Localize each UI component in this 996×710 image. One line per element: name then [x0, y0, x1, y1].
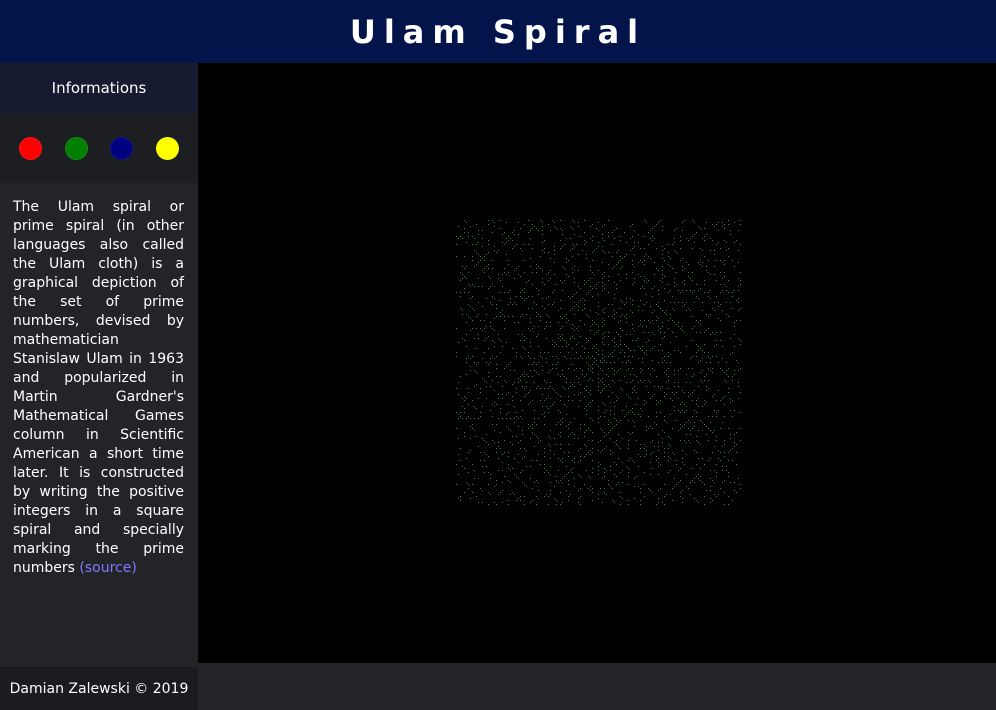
- prime-points: [456, 220, 741, 505]
- color-swatch-yellow[interactable]: [155, 136, 179, 160]
- color-picker: [0, 113, 198, 183]
- sidebar: Informations The Ulam spiral or prime sp…: [0, 63, 198, 667]
- spiral-canvas[interactable]: [198, 63, 996, 663]
- color-swatch-red[interactable]: [19, 136, 43, 160]
- bottom-bar: [198, 663, 996, 710]
- footer: Damian Zalewski © 2019: [0, 667, 198, 710]
- color-swatch-blue[interactable]: [110, 136, 134, 160]
- color-swatch-green[interactable]: [64, 136, 88, 160]
- source-link[interactable]: (source): [79, 560, 136, 576]
- description-text: The Ulam spiral or prime spiral (in othe…: [13, 199, 184, 576]
- sidebar-title: Informations: [0, 63, 198, 113]
- description-panel: The Ulam spiral or prime spiral (in othe…: [0, 183, 198, 578]
- ulam-spiral-plot: [456, 220, 741, 505]
- app-header: Ulam Spiral: [0, 0, 996, 63]
- page-title: Ulam Spiral: [349, 12, 647, 51]
- copyright-text: Damian Zalewski © 2019: [9, 680, 189, 697]
